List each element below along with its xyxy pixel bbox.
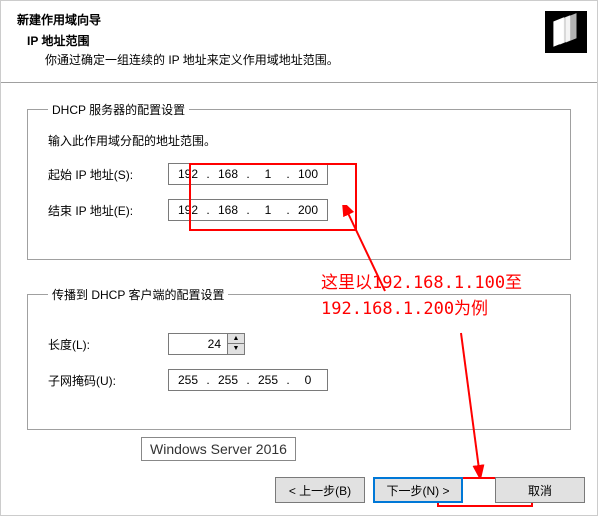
cancel-button[interactable]: 取消 xyxy=(495,477,585,503)
page-description: 你通过确定一组连续的 IP 地址来定义作用域地址范围。 xyxy=(17,51,581,68)
back-button[interactable]: < 上一步(B) xyxy=(275,477,365,503)
annotation-text: 这里以192.168.1.100至 192.168.1.200为例 xyxy=(321,271,522,322)
start-ip-octet-3[interactable] xyxy=(251,167,285,181)
end-ip-octet-2[interactable] xyxy=(211,203,245,217)
start-ip-field[interactable]: . . . xyxy=(168,163,328,185)
mask-octet-3[interactable] xyxy=(251,373,285,387)
length-input[interactable] xyxy=(168,333,228,355)
mask-octet-2[interactable] xyxy=(211,373,245,387)
subnet-mask-field[interactable]: . . . xyxy=(168,369,328,391)
wizard-icon xyxy=(545,11,587,53)
end-ip-octet-4[interactable] xyxy=(291,203,325,217)
start-ip-octet-1[interactable] xyxy=(171,167,205,181)
start-ip-label: 起始 IP 地址(S): xyxy=(48,166,168,183)
end-ip-label: 结束 IP 地址(E): xyxy=(48,202,168,219)
dhcp-server-group: DHCP 服务器的配置设置 输入此作用域分配的地址范围。 起始 IP 地址(S)… xyxy=(27,101,571,260)
length-down-button[interactable]: ▼ xyxy=(228,344,244,354)
length-up-button[interactable]: ▲ xyxy=(228,334,244,344)
dhcp-server-legend: DHCP 服务器的配置设置 xyxy=(48,101,189,118)
end-ip-octet-1[interactable] xyxy=(171,203,205,217)
start-ip-octet-4[interactable] xyxy=(291,167,325,181)
mask-octet-4[interactable] xyxy=(291,373,325,387)
start-ip-octet-2[interactable] xyxy=(211,167,245,181)
end-ip-field[interactable]: . . . xyxy=(168,199,328,221)
range-instruction: 输入此作用域分配的地址范围。 xyxy=(48,132,554,149)
wizard-title: 新建作用域向导 xyxy=(17,11,581,28)
next-button[interactable]: 下一步(N) > xyxy=(373,477,463,503)
length-spinner[interactable]: ▲ ▼ xyxy=(168,333,245,355)
page-subtitle: IP 地址范围 xyxy=(17,32,581,49)
mask-octet-1[interactable] xyxy=(171,373,205,387)
end-ip-octet-3[interactable] xyxy=(251,203,285,217)
subnet-mask-label: 子网掩码(U): xyxy=(48,372,168,389)
watermark-tooltip: Windows Server 2016 xyxy=(141,437,296,461)
length-label: 长度(L): xyxy=(48,336,168,353)
dhcp-client-legend: 传播到 DHCP 客户端的配置设置 xyxy=(48,286,228,303)
